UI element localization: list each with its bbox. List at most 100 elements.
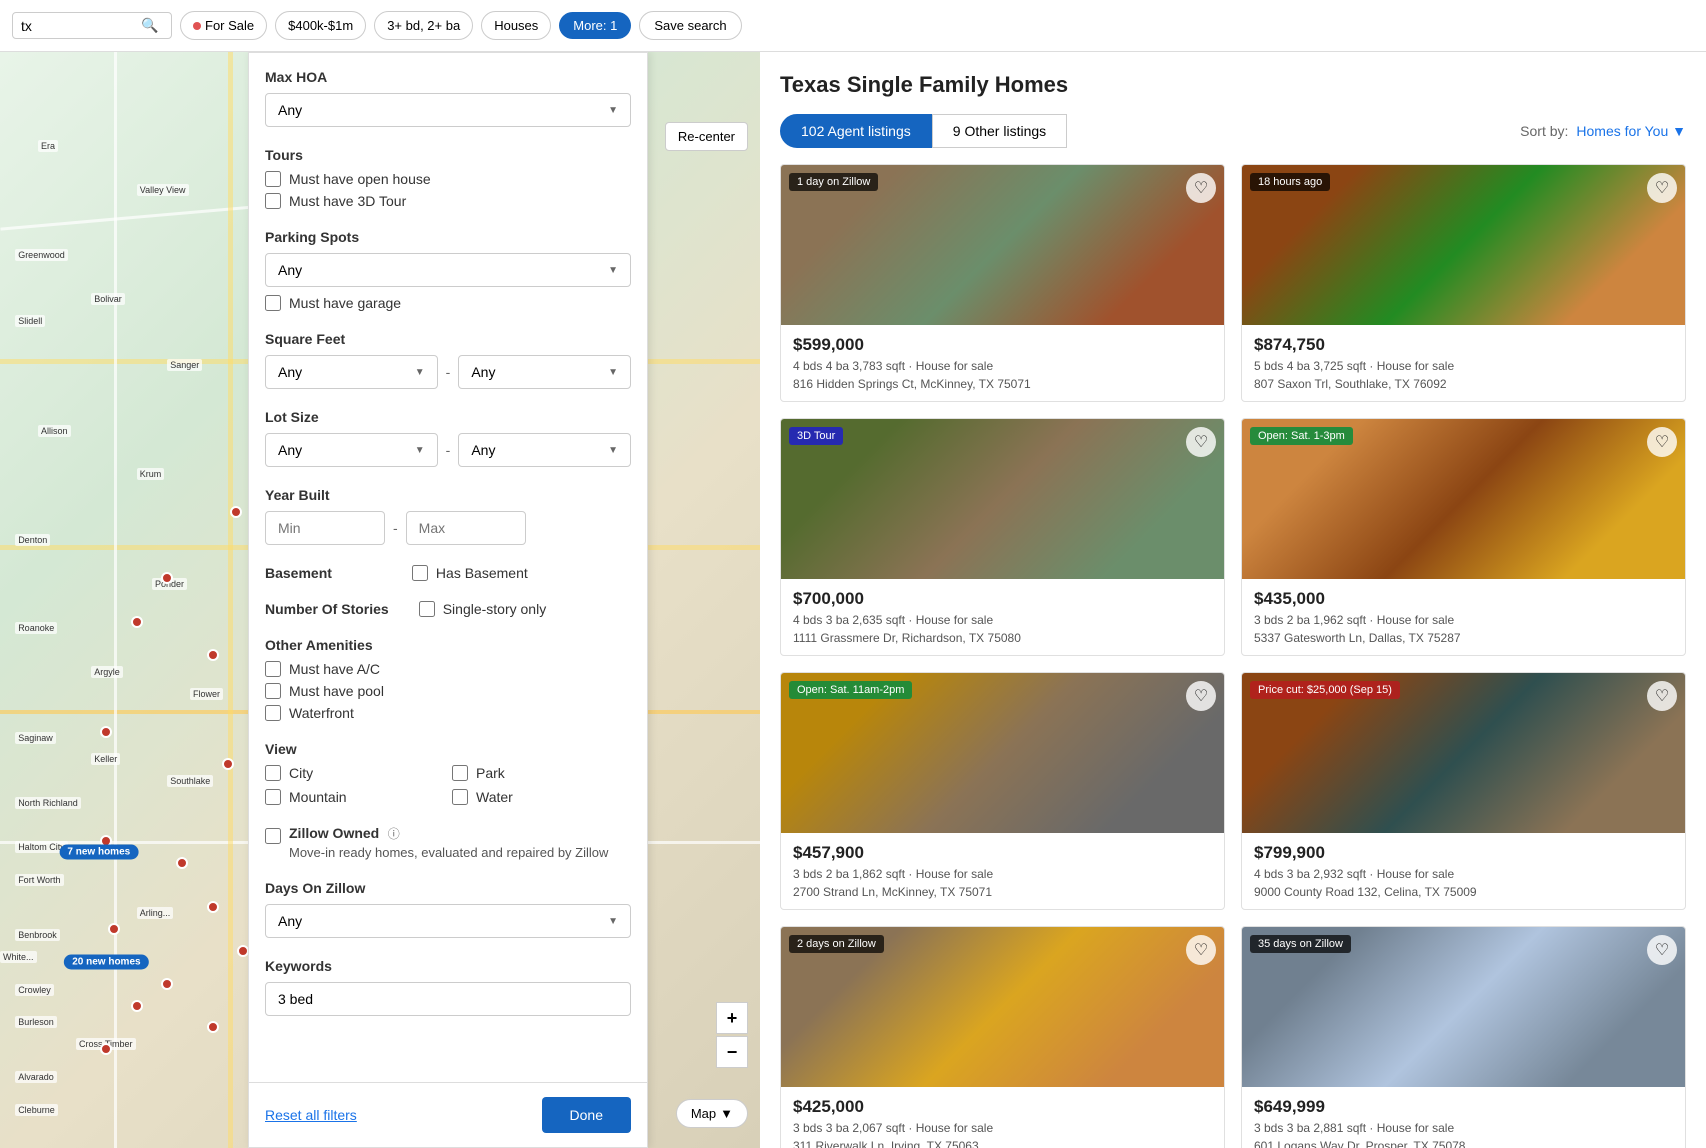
view-label: View — [265, 741, 631, 757]
zillow-owned-label: Zillow Owned — [289, 825, 379, 841]
for-sale-button[interactable]: For Sale — [180, 11, 267, 40]
mountain-view-checkbox[interactable] — [265, 789, 281, 805]
done-button[interactable]: Done — [542, 1097, 631, 1133]
search-button[interactable]: 🔍 — [141, 17, 158, 34]
waterfront-checkbox-label[interactable]: Waterfront — [265, 705, 631, 721]
map-pin[interactable] — [207, 1021, 219, 1033]
sort-select[interactable]: Homes for You ▼ — [1576, 123, 1686, 139]
city-view-checkbox-label[interactable]: City — [265, 765, 444, 781]
zoom-out-button[interactable]: − — [716, 1036, 748, 1068]
year-min-input[interactable] — [265, 511, 385, 545]
days-on-select[interactable]: Any ▼ — [265, 904, 631, 938]
map-cluster-7[interactable]: 7 new homes — [59, 845, 138, 860]
listing-address: 5337 Gatesworth Ln, Dallas, TX 75287 — [1254, 631, 1673, 645]
ac-checkbox-label[interactable]: Must have A/C — [265, 661, 631, 677]
listing-details: 4 bds 4 ba 3,783 sqft · House for sale — [793, 359, 1212, 373]
keywords-input[interactable] — [265, 982, 631, 1016]
zillow-owned-checkbox[interactable] — [265, 828, 281, 844]
pool-checkbox-label[interactable]: Must have pool — [265, 683, 631, 699]
listing-card[interactable]: 18 hours ago ♡ $874,750 5 bds 4 ba 3,725… — [1241, 164, 1686, 402]
listing-info: $799,900 4 bds 3 ba 2,932 sqft · House f… — [1242, 833, 1685, 909]
map-pin[interactable] — [161, 572, 173, 584]
open-house-checkbox-label[interactable]: Must have open house — [265, 171, 631, 187]
listing-info: $425,000 3 bds 3 ba 2,067 sqft · House f… — [781, 1087, 1224, 1148]
search-input[interactable] — [21, 18, 141, 34]
waterfront-checkbox[interactable] — [265, 705, 281, 721]
garage-checkbox[interactable] — [265, 295, 281, 311]
pool-checkbox[interactable] — [265, 683, 281, 699]
favorite-button[interactable]: ♡ — [1186, 427, 1216, 457]
mountain-view-checkbox-label[interactable]: Mountain — [265, 789, 444, 805]
listing-card[interactable]: 1 day on Zillow ♡ $599,000 4 bds 4 ba 3,… — [780, 164, 1225, 402]
map-pin[interactable] — [161, 978, 173, 990]
beds-filter-button[interactable]: 3+ bd, 2+ ba — [374, 11, 473, 40]
map-pin[interactable] — [108, 923, 120, 935]
year-built-section: Year Built - — [265, 487, 631, 545]
agent-label: Agent listings — [827, 123, 910, 139]
water-view-checkbox[interactable] — [452, 789, 468, 805]
parking-select[interactable]: Any ▼ — [265, 253, 631, 287]
sqft-min-select[interactable]: Any ▼ — [265, 355, 438, 389]
map-pin[interactable] — [100, 1043, 112, 1055]
chevron-down-icon: ▼ — [608, 367, 618, 378]
search-box[interactable]: 🔍 — [12, 12, 172, 39]
favorite-button[interactable]: ♡ — [1647, 681, 1677, 711]
listing-image: 2 days on Zillow ♡ — [781, 927, 1224, 1087]
favorite-button[interactable]: ♡ — [1186, 173, 1216, 203]
3d-tour-checkbox-label[interactable]: Must have 3D Tour — [265, 193, 631, 209]
single-story-checkbox[interactable] — [419, 601, 435, 617]
year-max-input[interactable] — [406, 511, 526, 545]
map-pin[interactable] — [222, 758, 234, 770]
listing-card[interactable]: 35 days on Zillow ♡ $649,999 3 bds 3 ba … — [1241, 926, 1686, 1148]
listing-card[interactable]: Open: Sat. 1-3pm ♡ $435,000 3 bds 2 ba 1… — [1241, 418, 1686, 656]
stories-label: Number Of Stories — [265, 601, 389, 617]
has-basement-checkbox[interactable] — [412, 565, 428, 581]
map-pin[interactable] — [131, 616, 143, 628]
3d-tour-checkbox[interactable] — [265, 193, 281, 209]
listing-card[interactable]: 2 days on Zillow ♡ $425,000 3 bds 3 ba 2… — [780, 926, 1225, 1148]
favorite-button[interactable]: ♡ — [1186, 681, 1216, 711]
park-view-checkbox-label[interactable]: Park — [452, 765, 631, 781]
map-pin[interactable] — [207, 649, 219, 661]
favorite-button[interactable]: ♡ — [1647, 173, 1677, 203]
houses-filter-button[interactable]: Houses — [481, 11, 551, 40]
map-pin[interactable] — [207, 901, 219, 913]
map-toggle-button[interactable]: Map ▼ — [676, 1099, 748, 1128]
sqft-max-select[interactable]: Any ▼ — [458, 355, 631, 389]
has-basement-checkbox-label[interactable]: Has Basement — [412, 565, 528, 581]
park-view-checkbox[interactable] — [452, 765, 468, 781]
max-hoa-select[interactable]: Any ▼ — [265, 93, 631, 127]
sort-row: Sort by: Homes for You ▼ — [1520, 123, 1686, 139]
more-filters-button[interactable]: More: 1 — [559, 12, 631, 39]
listing-card[interactable]: Open: Sat. 11am-2pm ♡ $457,900 3 bds 2 b… — [780, 672, 1225, 910]
favorite-button[interactable]: ♡ — [1186, 935, 1216, 965]
lot-max-select[interactable]: Any ▼ — [458, 433, 631, 467]
map-pin[interactable] — [176, 857, 188, 869]
open-house-checkbox[interactable] — [265, 171, 281, 187]
map-cluster-20[interactable]: 20 new homes — [64, 954, 148, 969]
reset-filters-button[interactable]: Reset all filters — [265, 1107, 357, 1123]
listing-badge: 2 days on Zillow — [789, 935, 884, 953]
favorite-button[interactable]: ♡ — [1647, 427, 1677, 457]
listing-card[interactable]: Price cut: $25,000 (Sep 15) ♡ $799,900 4… — [1241, 672, 1686, 910]
garage-checkbox-label[interactable]: Must have garage — [265, 295, 631, 311]
other-listings-tab[interactable]: 9 Other listings — [932, 114, 1067, 148]
agent-listings-tab[interactable]: 102 Agent listings — [780, 114, 932, 148]
recenter-button[interactable]: Re-center — [665, 122, 748, 151]
map-pin[interactable] — [230, 506, 242, 518]
topbar: 🔍 For Sale $400k-$1m 3+ bd, 2+ ba Houses… — [0, 0, 1706, 52]
listing-card[interactable]: 3D Tour ♡ $700,000 4 bds 3 ba 2,635 sqft… — [780, 418, 1225, 656]
favorite-button[interactable]: ♡ — [1647, 935, 1677, 965]
water-view-checkbox-label[interactable]: Water — [452, 789, 631, 805]
zoom-in-button[interactable]: + — [716, 1002, 748, 1034]
map-label-argyle: Argyle — [91, 666, 123, 678]
map-pin[interactable] — [131, 1000, 143, 1012]
single-story-checkbox-label[interactable]: Single-story only — [419, 601, 547, 617]
map-pin[interactable] — [100, 726, 112, 738]
city-view-checkbox[interactable] — [265, 765, 281, 781]
price-filter-button[interactable]: $400k-$1m — [275, 11, 366, 40]
lot-min-select[interactable]: Any ▼ — [265, 433, 438, 467]
map-area[interactable]: Era Valley View Greenwood Bolivar Slidel… — [0, 52, 760, 1148]
ac-checkbox[interactable] — [265, 661, 281, 677]
save-search-button[interactable]: Save search — [639, 11, 741, 40]
